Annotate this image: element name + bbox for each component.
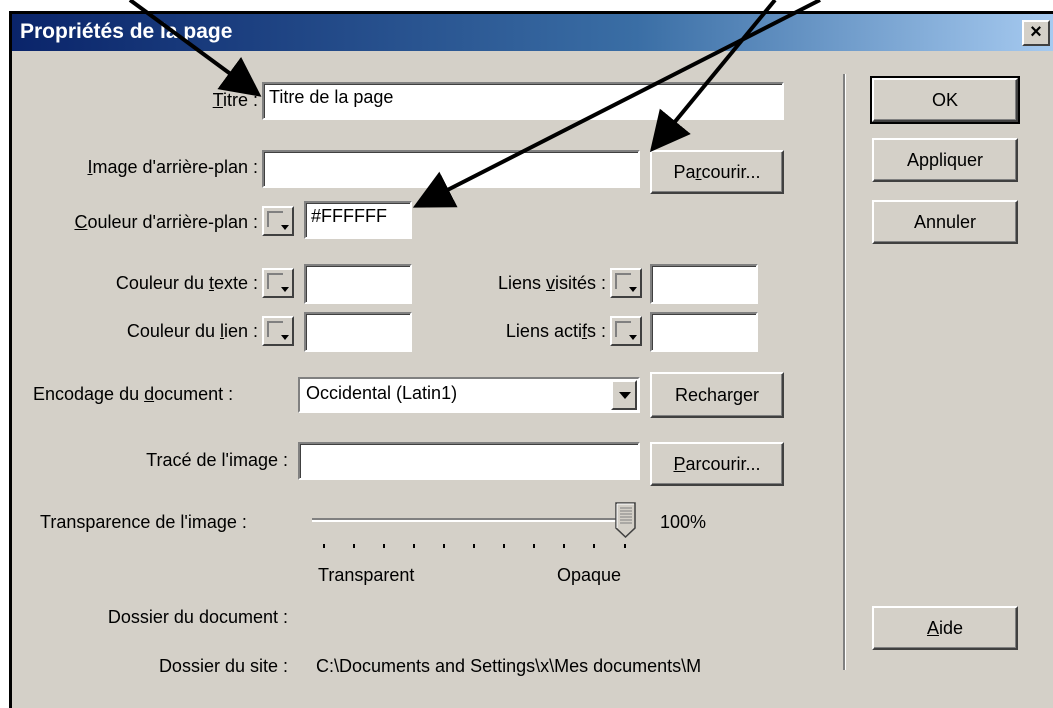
transparency-slider-thumb[interactable] xyxy=(615,502,637,539)
transparency-label: Transparence de l'image : xyxy=(40,512,247,532)
document-folder-label: Dossier du document : xyxy=(107,607,288,627)
chevron-down-icon[interactable] xyxy=(611,380,637,410)
title-bar[interactable]: Propriétés de la page xyxy=(9,11,1053,51)
slider-tick xyxy=(443,544,445,548)
active-links-color-picker[interactable] xyxy=(610,316,642,346)
slider-tick xyxy=(353,544,355,548)
visited-links-color-picker[interactable] xyxy=(610,268,642,298)
opaque-label: Opaque xyxy=(557,565,622,585)
text-color-label: Couleur du texte : xyxy=(115,273,258,293)
ok-button[interactable]: OK xyxy=(870,76,1020,124)
transparency-slider-track[interactable] xyxy=(312,518,630,522)
site-folder-label: Dossier du site : xyxy=(158,656,288,676)
help-button[interactable]: Aide xyxy=(872,606,1018,650)
active-links-label: Liens actifs : xyxy=(505,321,606,341)
bg-color-input[interactable]: #FFFFFF xyxy=(304,201,412,239)
slider-tick xyxy=(563,544,565,548)
link-color-label: Couleur du lien : xyxy=(126,321,258,341)
encoding-select[interactable]: Occidental (Latin1) xyxy=(298,377,640,413)
link-color-picker[interactable] xyxy=(262,316,294,346)
slider-tick xyxy=(593,544,595,548)
encoding-value: Occidental (Latin1) xyxy=(306,383,458,403)
text-color-picker[interactable] xyxy=(262,268,294,298)
slider-tick xyxy=(533,544,535,548)
visited-links-input[interactable] xyxy=(650,264,758,304)
slider-tick xyxy=(413,544,415,548)
transparency-value: 100% xyxy=(660,512,707,532)
transparent-label: Transparent xyxy=(318,565,415,585)
link-color-input[interactable] xyxy=(304,312,412,352)
slider-tick xyxy=(473,544,475,548)
vertical-divider xyxy=(843,74,846,670)
window-title: Propriétés de la page xyxy=(20,20,233,43)
slider-tick xyxy=(503,544,505,548)
text-color-input[interactable] xyxy=(304,264,412,304)
slider-tick xyxy=(383,544,385,548)
bg-color-picker[interactable] xyxy=(262,206,294,236)
active-links-input[interactable] xyxy=(650,312,758,352)
close-button[interactable]: × xyxy=(1022,20,1050,46)
browse-bg-image-button[interactable]: Pa r courir... xyxy=(650,150,784,194)
site-folder-value: C:\Documents and Settings\x\Mes document… xyxy=(316,656,702,676)
browse-trace-image-button[interactable]: Parcourir... xyxy=(650,442,784,486)
reload-button[interactable]: Recharger xyxy=(650,372,784,418)
slider-tick xyxy=(624,544,626,548)
trace-image-label: Tracé de l'image : xyxy=(146,450,288,470)
bg-image-label: Image d'arrière-plan : xyxy=(87,157,258,177)
cancel-button[interactable]: Annuler xyxy=(872,200,1018,244)
slider-tick xyxy=(323,544,325,548)
title-label: Titre : xyxy=(212,90,258,110)
bg-image-input[interactable] xyxy=(262,150,640,188)
encoding-label: Encodage du document : xyxy=(33,384,234,404)
title-input[interactable]: Titre de la page xyxy=(262,82,784,120)
bg-color-label: Couleur d'arrière-plan : xyxy=(74,212,258,232)
visited-links-label: Liens visités : xyxy=(497,273,606,293)
apply-button[interactable]: Appliquer xyxy=(872,138,1018,182)
trace-image-input[interactable] xyxy=(298,442,640,480)
